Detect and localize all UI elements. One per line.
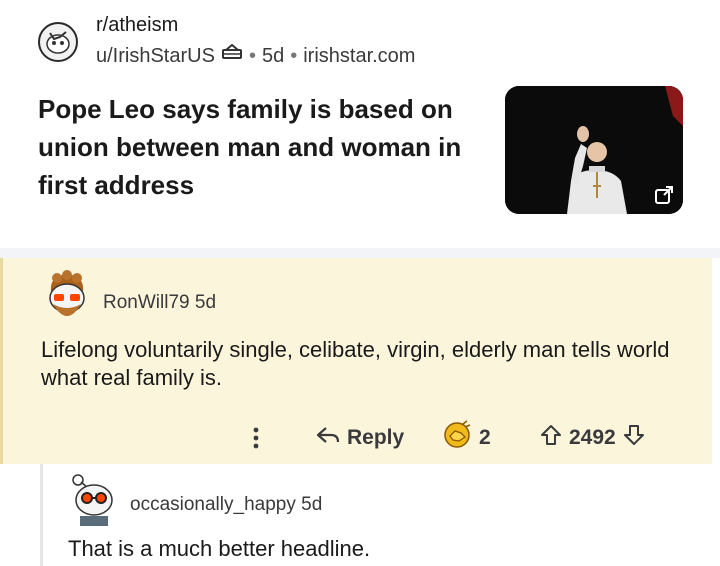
comment-meta: RonWill79 5d	[103, 292, 216, 314]
vote-count: 2492	[569, 426, 616, 449]
shield-badge-icon	[221, 43, 243, 68]
comment-age: 5d	[194, 292, 217, 313]
separator-dot: •	[290, 44, 298, 67]
avatar[interactable]	[43, 270, 91, 328]
award-button[interactable]: 2	[441, 418, 491, 458]
comment-author[interactable]: occasionally_happy	[130, 494, 296, 515]
external-link-icon[interactable]	[653, 184, 675, 206]
post-author[interactable]: u/IrishStarUS	[96, 45, 215, 68]
comment-author[interactable]: RonWill79	[103, 292, 190, 313]
award-count: 2	[479, 426, 491, 449]
comment-age: 5d	[301, 494, 323, 515]
comment-actions: Reply 2 2492	[3, 418, 715, 458]
post-card[interactable]: r/atheism u/IrishStarUS • 5d • irishstar…	[0, 0, 720, 248]
post-title[interactable]: Pope Leo says family is based on union b…	[38, 90, 478, 204]
post-meta: u/IrishStarUS • 5d • irishstar.com	[96, 43, 415, 68]
separator-dot: •	[248, 44, 256, 67]
award-icon	[441, 420, 473, 456]
post-age: 5d	[261, 44, 285, 67]
downvote-arrow-icon[interactable]	[622, 423, 646, 453]
avatar[interactable]	[68, 470, 120, 528]
comment-body: That is a much better headline.	[68, 536, 371, 561]
reply-label: Reply	[347, 426, 405, 449]
comment-highlighted: RonWill79 5d Lifelong voluntarily single…	[0, 258, 712, 464]
vote-controls: 2492	[539, 418, 646, 458]
thread-line[interactable]	[40, 464, 43, 566]
reply-arrow-icon	[315, 425, 341, 451]
reply-button[interactable]: Reply	[315, 418, 404, 458]
post-domain[interactable]: irishstar.com	[303, 45, 415, 68]
comment-meta: occasionally_happy 5d	[130, 494, 322, 516]
post-thumbnail[interactable]	[505, 86, 683, 214]
comment-body: Lifelong voluntarily single, celibate, v…	[41, 337, 670, 390]
vertical-ellipsis-icon[interactable]	[251, 418, 261, 458]
subreddit-name[interactable]: r/atheism	[96, 14, 178, 37]
section-divider	[0, 248, 720, 258]
subreddit-avatar[interactable]	[38, 22, 78, 62]
upvote-arrow-icon[interactable]	[539, 423, 563, 453]
